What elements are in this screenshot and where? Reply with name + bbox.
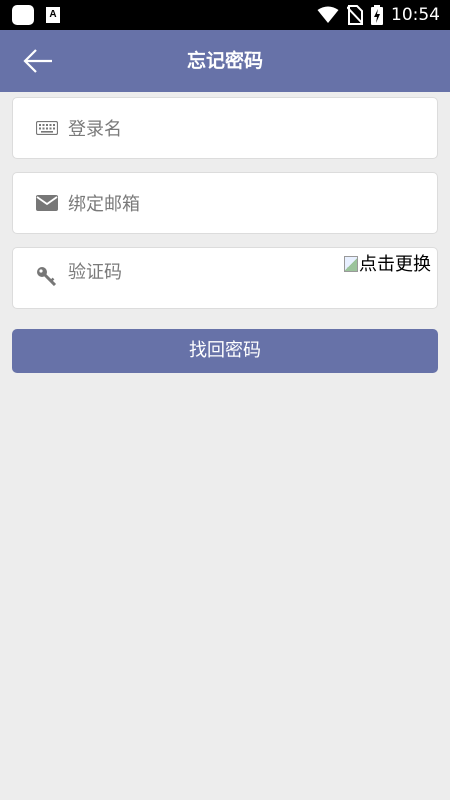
status-bar: A 10:54 [0,0,450,30]
captcha-image[interactable]: 点击更换 [344,254,434,306]
app-bar: 忘记密码 [0,30,450,92]
arrow-left-icon [23,49,52,73]
recover-password-button[interactable]: 找回密码 [12,329,438,373]
no-sim-icon [347,5,363,25]
wifi-icon [317,6,339,23]
captcha-field: 点击更换 [12,247,438,309]
envelope-icon [35,193,59,213]
username-field [12,97,438,159]
captcha-input[interactable] [68,253,328,291]
status-time: 10:54 [391,5,440,25]
captcha-image-alt-text: 点击更换 [359,254,431,275]
battery-charging-icon [371,5,383,25]
email-field [12,172,438,234]
a-notification-icon: A [46,7,60,23]
broken-image-icon [344,256,358,272]
page-title: 忘记密码 [186,50,263,72]
key-icon [35,266,59,286]
email-input[interactable] [68,185,328,223]
app-notification-icon [12,5,34,25]
username-input[interactable] [68,110,328,148]
back-button[interactable] [22,46,58,76]
keyboard-icon [35,118,59,138]
